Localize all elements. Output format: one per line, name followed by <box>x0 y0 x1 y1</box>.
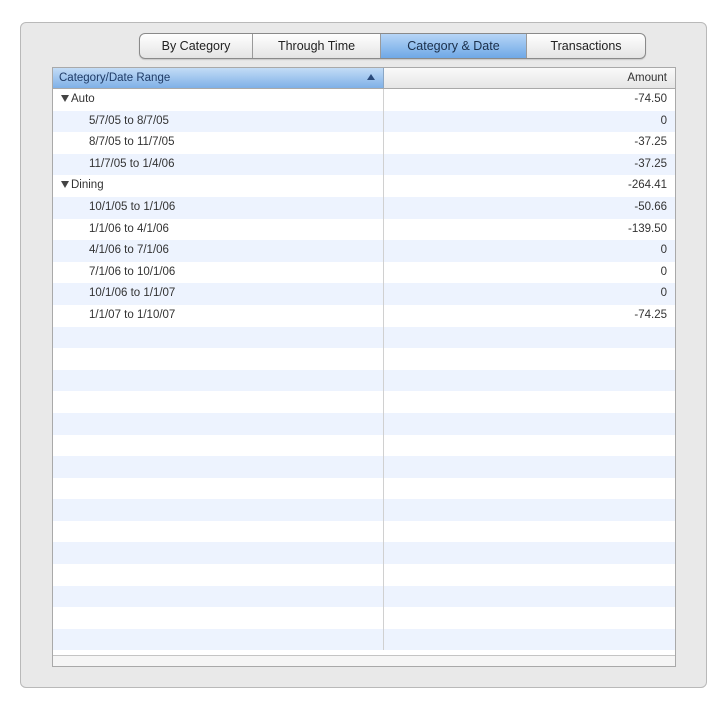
table-row[interactable]: 1/1/06 to 4/1/06 -139.50 <box>53 218 675 241</box>
table-row-group[interactable]: Auto -74.50 <box>53 89 675 111</box>
column-header-category-date-range[interactable]: Category/Date Range <box>53 68 384 88</box>
empty-table-row <box>53 434 675 457</box>
column-header-label: Category/Date Range <box>59 72 171 84</box>
table-row[interactable]: 8/7/05 to 11/7/05 -37.25 <box>53 132 675 154</box>
tab-through-time[interactable]: Through Time <box>253 34 381 58</box>
empty-cell <box>384 413 675 435</box>
empty-table-row <box>53 628 675 651</box>
empty-cell <box>384 348 675 370</box>
group-label: Dining <box>71 179 104 192</box>
empty-table-row <box>53 391 675 413</box>
amount-cell: -50.66 <box>634 200 667 213</box>
date-range-cell: 1/1/06 to 4/1/06 <box>53 218 384 241</box>
empty-table-row <box>53 607 675 629</box>
empty-cell <box>384 499 675 521</box>
group-label-cell: Dining <box>53 175 384 197</box>
empty-cell <box>53 520 384 543</box>
empty-table-row <box>53 477 675 500</box>
empty-cell <box>384 435 675 457</box>
tab-transactions[interactable]: Transactions <box>527 34 645 58</box>
table-row[interactable]: 11/7/05 to 1/4/06 -37.25 <box>53 153 675 176</box>
disclosure-triangle-icon[interactable] <box>61 181 69 189</box>
table-row[interactable]: 4/1/06 to 7/1/06 0 <box>53 240 675 262</box>
empty-cell <box>53 348 384 370</box>
amount-cell: 0 <box>660 244 667 257</box>
empty-cell <box>384 521 675 543</box>
date-range-cell: 1/1/07 to 1/10/07 <box>53 304 384 327</box>
group-amount-cell: -74.50 <box>634 93 667 105</box>
table-row[interactable]: 10/1/05 to 1/1/06 -50.66 <box>53 196 675 219</box>
empty-table-row <box>53 326 675 349</box>
date-range-cell: 11/7/05 to 1/4/06 <box>53 153 384 176</box>
segmented-tab-control: By Category Through Time Category & Date… <box>139 33 646 59</box>
column-header-amount[interactable]: Amount <box>384 68 675 88</box>
empty-cell <box>384 629 675 651</box>
empty-cell <box>53 499 384 521</box>
empty-cell <box>53 456 384 478</box>
date-range-cell: 5/7/05 to 8/7/05 <box>53 110 384 133</box>
empty-table-row <box>53 412 675 435</box>
table-row[interactable]: 5/7/05 to 8/7/05 0 <box>53 110 675 133</box>
sort-ascending-icon <box>367 74 375 80</box>
date-range-cell: 10/1/06 to 1/1/07 <box>53 283 384 305</box>
table-row[interactable]: 7/1/06 to 10/1/06 0 <box>53 261 675 284</box>
empty-table-row <box>53 499 675 521</box>
group-label: Auto <box>71 93 95 105</box>
disclosure-triangle-icon[interactable] <box>61 95 69 102</box>
empty-cell <box>53 391 384 413</box>
empty-cell <box>53 477 384 500</box>
group-amount-cell: -264.41 <box>627 179 667 192</box>
tab-category-and-date[interactable]: Category & Date <box>381 34 527 58</box>
tab-by-category[interactable]: By Category <box>140 34 253 58</box>
empty-table-row <box>53 542 675 565</box>
category-date-outline-table: Category/Date Range Amount Auto -74.50 5/7… <box>52 67 676 667</box>
empty-cell <box>53 369 384 392</box>
amount-cell: 0 <box>660 287 667 300</box>
empty-cell <box>384 607 675 629</box>
date-range-cell: 10/1/05 to 1/1/06 <box>53 196 384 219</box>
amount-cell: -74.25 <box>634 308 667 321</box>
amount-cell: -37.25 <box>634 136 667 149</box>
group-label-cell: Auto <box>53 89 384 111</box>
empty-table-row <box>53 520 675 543</box>
empty-cell <box>384 456 675 478</box>
amount-cell: -139.50 <box>627 222 667 235</box>
empty-cell <box>384 542 675 564</box>
empty-cell <box>53 607 384 629</box>
table-header: Category/Date Range Amount <box>53 68 675 89</box>
empty-table-row <box>53 585 675 608</box>
horizontal-scrollbar[interactable] <box>53 655 675 666</box>
date-range-cell: 8/7/05 to 11/7/05 <box>53 132 384 154</box>
table-row-group[interactable]: Dining -264.41 <box>53 175 675 197</box>
table-row[interactable]: 10/1/06 to 1/1/07 0 <box>53 283 675 305</box>
empty-cell <box>384 564 675 586</box>
empty-cell <box>53 326 384 349</box>
empty-cell <box>384 586 675 608</box>
date-range-cell: 7/1/06 to 10/1/06 <box>53 261 384 284</box>
table-body: Auto -74.50 5/7/05 to 8/7/05 0 8/7/05 to 11/… <box>53 89 675 651</box>
empty-cell <box>384 327 675 349</box>
amount-cell: 0 <box>660 114 667 127</box>
empty-cell <box>53 412 384 435</box>
empty-cell <box>384 391 675 413</box>
empty-table-row <box>53 456 675 478</box>
empty-cell <box>53 542 384 565</box>
empty-cell <box>384 478 675 500</box>
empty-cell <box>53 434 384 457</box>
empty-cell <box>53 585 384 608</box>
empty-cell <box>384 370 675 392</box>
table-row[interactable]: 1/1/07 to 1/10/07 -74.25 <box>53 304 675 327</box>
empty-cell <box>53 628 384 651</box>
empty-table-row <box>53 348 675 370</box>
date-range-cell: 4/1/06 to 7/1/06 <box>53 240 384 262</box>
empty-table-row <box>53 369 675 392</box>
empty-cell <box>53 564 384 586</box>
amount-cell: 0 <box>660 265 667 278</box>
empty-table-row <box>53 564 675 586</box>
amount-cell: -37.25 <box>634 157 667 170</box>
